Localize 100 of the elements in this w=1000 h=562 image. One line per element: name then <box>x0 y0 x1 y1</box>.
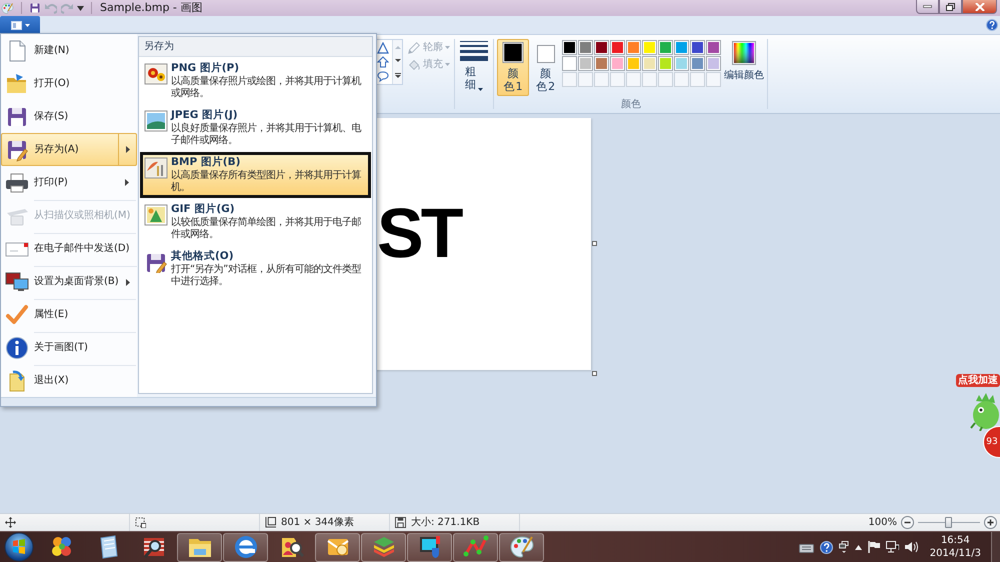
color-swatch-icon[interactable] <box>594 56 609 71</box>
start-orb-icon[interactable] <box>4 532 34 562</box>
zoom-out-icon[interactable] <box>901 516 914 529</box>
color-swatch-icon[interactable] <box>658 40 673 55</box>
help-icon[interactable] <box>820 540 833 554</box>
clock-time: 16:54 <box>940 534 970 547</box>
caret-icon <box>24 24 30 26</box>
color-swatch-icon[interactable] <box>626 40 641 55</box>
monitors-icon <box>5 270 29 294</box>
option-description: 打开“另存为”对话框，从所有可能的文件类型中进行选择。 <box>171 264 362 288</box>
color-swatch-icon[interactable] <box>562 40 577 55</box>
taskbar-button[interactable] <box>499 532 544 562</box>
keyboard-icon[interactable] <box>798 542 814 552</box>
callout-icon[interactable] <box>376 70 389 82</box>
menu-item[interactable]: 打开(O) <box>1 67 137 100</box>
window-title: Sample.bmp - 画图 <box>100 1 202 15</box>
triangle-picture-icon <box>144 204 168 226</box>
size-dropdown[interactable]: 粗细 <box>458 39 490 101</box>
taskbar-button[interactable] <box>453 532 498 562</box>
minimize-button[interactable] <box>916 0 939 14</box>
customize-caret-icon[interactable] <box>77 6 84 10</box>
color-swatch-icon[interactable] <box>706 56 721 71</box>
taskbar-button[interactable] <box>177 532 222 562</box>
restore-button[interactable] <box>939 0 962 14</box>
save-icon[interactable] <box>29 2 41 14</box>
selection-icon <box>135 517 146 528</box>
close-icon <box>974 2 984 10</box>
floppy-pencil-icon <box>144 251 168 273</box>
close-button[interactable] <box>962 0 997 14</box>
mascot-icon[interactable] <box>970 391 1000 431</box>
triangle-icon[interactable] <box>376 42 389 54</box>
color-swatch-icon[interactable] <box>674 40 689 55</box>
up-arrow-icon[interactable] <box>376 56 389 68</box>
menu-item[interactable]: 关于画图(T) <box>1 331 137 364</box>
clock-date: 2014/11/3 <box>930 547 981 560</box>
restore-icon <box>946 2 955 10</box>
color-slot-button[interactable]: 颜色 2 <box>531 39 560 96</box>
canvas-size-icon <box>265 517 276 528</box>
taskbar-button[interactable] <box>407 532 452 562</box>
speaker-icon[interactable] <box>904 541 918 553</box>
color-swatch-icon[interactable] <box>562 56 577 71</box>
submenu-arrow-icon <box>126 278 130 286</box>
option-title: JPEG 图片(J) <box>171 109 238 122</box>
save-format-option[interactable]: PNG 图片(P) 以高质量保存照片或绘图，并将其用于计算机或网络。 <box>140 58 371 104</box>
menu-item[interactable]: 保存(S) <box>1 100 137 133</box>
option-title: 其他格式(O) <box>171 250 234 263</box>
color-swatch-icon[interactable] <box>658 56 673 71</box>
speed-up-label[interactable]: 点我加速 <box>956 374 1000 387</box>
color-swatch-icon[interactable] <box>610 56 625 71</box>
menu-item[interactable]: 设置为桌面背景(B) <box>1 265 137 298</box>
menu-item[interactable]: 退出(X) <box>1 364 137 397</box>
save-format-option[interactable]: GIF 图片(G) 以较低质量保存简单绘图，并将其用于电子邮件或网络。 <box>140 199 371 245</box>
help-icon[interactable] <box>986 19 998 32</box>
file-size: 大小: 271.1KB <box>411 516 480 528</box>
move-cross-icon <box>5 517 16 528</box>
option-title: GIF 图片(G) <box>171 203 235 216</box>
taskbar-button[interactable] <box>223 532 268 562</box>
spectrum-icon <box>732 41 756 65</box>
caret-up-icon[interactable] <box>854 544 862 550</box>
color-swatch-icon[interactable] <box>626 56 641 71</box>
submenu-header: 另存为 <box>139 37 372 57</box>
color-swatch-icon[interactable] <box>642 56 657 71</box>
edit-colors-button[interactable]: 编辑颜色 <box>723 39 765 84</box>
color-swatch-icon[interactable] <box>706 40 721 55</box>
menu-item[interactable]: 打印(P) <box>1 166 137 199</box>
color-swatch-icon[interactable] <box>690 56 705 71</box>
save-format-option[interactable]: 其他格式(O) 打开“另存为”对话框，从所有可能的文件类型中进行选择。 <box>140 246 371 292</box>
canvas-dimensions: 801 × 344像素 <box>281 516 354 528</box>
color-swatch-icon[interactable] <box>594 40 609 55</box>
resize-handle[interactable] <box>592 371 597 376</box>
network-icon[interactable] <box>886 541 899 553</box>
screens-icon[interactable] <box>838 540 849 554</box>
color-slot-button[interactable]: 颜色 1 <box>497 39 529 96</box>
color-swatch-icon[interactable] <box>690 40 705 55</box>
zoom-level: 100% <box>868 516 897 528</box>
color-swatch-icon[interactable] <box>578 40 593 55</box>
expand-gallery-icon[interactable] <box>394 73 401 79</box>
color-swatch-icon[interactable] <box>642 40 657 55</box>
menu-item[interactable]: 新建(N) <box>1 34 137 67</box>
option-description: 以高质量保存所有类型图片，并将其用于计算机。 <box>171 170 362 194</box>
zoom-in-icon[interactable] <box>984 516 997 529</box>
resize-handle[interactable] <box>592 241 597 246</box>
taskbar-button[interactable] <box>361 532 406 562</box>
paint-app-icon[interactable] <box>1 2 14 14</box>
taskbar-button[interactable] <box>315 532 360 562</box>
palette-icon <box>508 534 534 560</box>
check-icon <box>5 302 29 326</box>
color-swatch-icon[interactable] <box>610 40 625 55</box>
save-format-option[interactable]: JPEG 图片(J) 以良好质量保存照片，并将其用于计算机、电子邮件或网络。 <box>140 105 371 151</box>
file-menu-button[interactable] <box>0 16 40 34</box>
scroll-down-icon[interactable] <box>394 59 401 63</box>
flag-icon[interactable] <box>868 541 880 553</box>
save-format-option[interactable]: BMP 图片(B) 以高质量保存所有类型图片，并将其用于计算机。 <box>140 152 371 198</box>
menu-item[interactable]: 在电子邮件中发送(D) <box>1 232 137 265</box>
zoom-slider-thumb[interactable] <box>945 517 952 528</box>
color-swatch-icon[interactable] <box>578 56 593 71</box>
menu-item[interactable]: 属性(E) <box>1 298 137 331</box>
color-swatch-icon[interactable] <box>674 56 689 71</box>
menu-item[interactable]: 另存为(A) <box>1 133 137 166</box>
group-label: 颜色 <box>621 99 641 112</box>
